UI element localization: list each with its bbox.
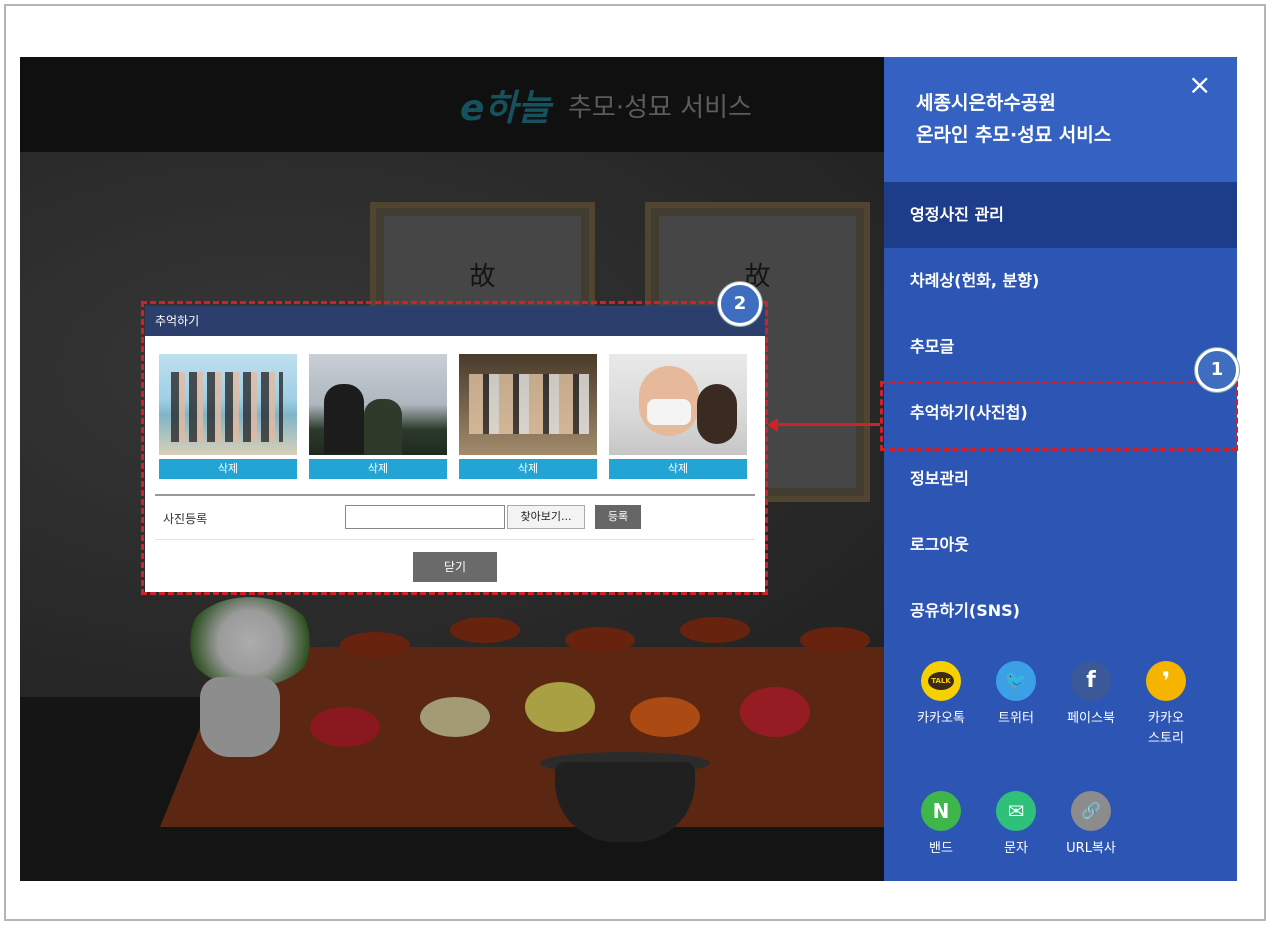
twitter-icon: 🐦	[996, 661, 1036, 701]
menu-item-info-management[interactable]: 정보관리	[884, 446, 1237, 512]
menu-item-share-sns: 공유하기(SNS)	[910, 601, 1020, 620]
sms-icon: ✉	[996, 791, 1036, 831]
panel-header: 세종시은하수공원 온라인 추모·성묘 서비스 ×	[884, 57, 1237, 182]
close-icon[interactable]: ×	[1188, 71, 1211, 99]
band-icon: N	[921, 791, 961, 831]
panel-title: 세종시은하수공원 온라인 추모·성묘 서비스	[916, 87, 1186, 151]
share-kakaotalk[interactable]: TALK 카카오톡	[909, 661, 973, 729]
sns-label: 페이스북	[1067, 711, 1115, 726]
kakaostory-icon: ❜	[1146, 661, 1186, 701]
facebook-icon: f	[1071, 661, 1111, 701]
share-facebook[interactable]: f 페이스북	[1059, 661, 1123, 729]
share-twitter[interactable]: 🐦 트위터	[984, 661, 1048, 729]
copy-url[interactable]: 🔗 URL복사	[1059, 791, 1123, 859]
share-kakaostory[interactable]: ❜ 카카오 스토리	[1134, 661, 1198, 749]
menu-item-portrait[interactable]: 영정사진 관리	[884, 182, 1237, 248]
callout-arrow-head	[767, 418, 778, 432]
callout-arrow	[776, 423, 880, 426]
menu-item-logout[interactable]: 로그아웃	[884, 512, 1237, 578]
panel-title-line1: 세종시은하수공원	[916, 92, 1056, 114]
callout-highlight-dialog	[141, 301, 768, 595]
sns-label: 문자	[1004, 841, 1028, 856]
sns-label-line1: 카카오	[1148, 711, 1184, 726]
sns-label: 트위터	[998, 711, 1034, 726]
callout-badge-2: 2	[718, 282, 762, 326]
callout-badge-1: 1	[1195, 348, 1239, 392]
panel-title-line2: 온라인 추모·성묘 서비스	[916, 124, 1112, 146]
sns-label: 밴드	[929, 841, 953, 856]
sns-label: URL복사	[1066, 841, 1116, 856]
callout-highlight-menu	[880, 381, 1238, 451]
side-menu-panel: 세종시은하수공원 온라인 추모·성묘 서비스 × 영정사진 관리 차례상(헌화,…	[884, 57, 1237, 881]
link-icon: 🔗	[1071, 791, 1111, 831]
menu-item-memorial-message[interactable]: 추모글	[884, 314, 1237, 380]
kakaotalk-icon: TALK	[921, 661, 961, 701]
sns-label: 카카오톡	[917, 711, 965, 726]
sns-label-line2: 스토리	[1148, 731, 1184, 746]
menu-item-offering-table[interactable]: 차례상(헌화, 분향)	[884, 248, 1237, 314]
share-sms[interactable]: ✉ 문자	[984, 791, 1048, 859]
share-band[interactable]: N 밴드	[909, 791, 973, 859]
